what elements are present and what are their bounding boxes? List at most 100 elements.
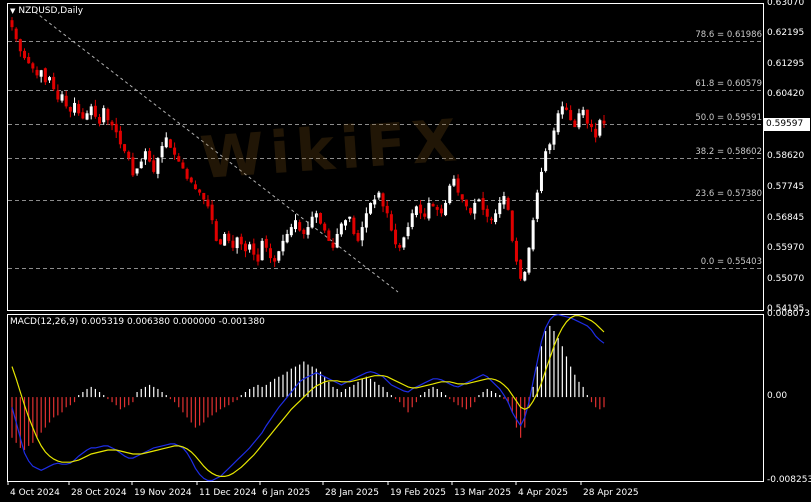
candle-bull	[369, 202, 373, 214]
candle-bull	[577, 113, 581, 128]
candle-bull	[60, 94, 64, 101]
candle-bull	[360, 227, 364, 241]
candle-bear	[206, 199, 210, 207]
fib-level-label: 23.6 = 0.57380	[695, 188, 762, 199]
candle-bull	[552, 130, 556, 145]
date-tick-label: 4 Oct 2024	[10, 488, 60, 498]
candle-bear	[214, 221, 218, 241]
candle-bull	[235, 237, 239, 249]
candle-bear	[64, 95, 68, 107]
collapse-triangle-icon[interactable]: ▼	[10, 7, 15, 15]
candle-bull	[548, 144, 552, 151]
candle-bear	[68, 107, 72, 112]
candle-bear	[564, 107, 568, 110]
date-tick-label: 6 Jan 2025	[262, 488, 311, 498]
candle-bear	[569, 110, 573, 121]
date-tick-label: 19 Nov 2024	[134, 488, 192, 498]
candle-bear	[385, 205, 389, 214]
candle-bull	[527, 247, 531, 273]
symbol-title-text: NZDUSD,Daily	[18, 6, 84, 16]
fib-level-label: 61.8 = 0.60579	[695, 78, 762, 89]
chart-canvas[interactable]	[0, 0, 811, 502]
date-tick-label: 28 Oct 2024	[71, 488, 127, 498]
candle-bear	[489, 218, 493, 221]
macd-title: MACD(12,26,9) 0.005319 0.006380 0.000000…	[10, 317, 265, 327]
candle-bear	[469, 208, 473, 214]
candle-bull	[164, 137, 168, 148]
candle-bull	[248, 244, 252, 250]
candle-bear	[189, 177, 193, 183]
price-tick-label: 0.57745	[767, 181, 805, 192]
candle-bull	[48, 77, 52, 81]
candle-bear	[52, 76, 56, 90]
date-tick-label: 28 Jan 2025	[325, 488, 379, 498]
macd-tick-label: 0.00	[767, 391, 788, 402]
candle-bull	[344, 220, 348, 226]
candle-bear	[168, 139, 172, 148]
candle-bull	[406, 227, 410, 237]
macd-tick-label: 0.008073	[767, 309, 810, 319]
candle-bear	[239, 236, 243, 245]
candle-bull	[544, 151, 548, 171]
candle-bull	[364, 213, 368, 228]
candle-bull	[502, 196, 506, 205]
candle-bear	[514, 240, 518, 262]
candle-bear	[585, 109, 589, 124]
candle-bear	[264, 238, 268, 248]
candle-bull	[494, 213, 498, 222]
candle-bear	[423, 213, 427, 217]
candle-bear	[202, 192, 206, 200]
candle-bear	[352, 217, 356, 234]
macd-histogram	[11, 325, 605, 450]
candle-bear	[27, 56, 31, 64]
candle-bear	[510, 210, 514, 241]
candle-bull	[102, 108, 106, 123]
candle-bear	[273, 258, 277, 262]
candle-bull	[89, 106, 93, 116]
candle-bear	[464, 199, 468, 207]
candle-bull	[402, 237, 406, 248]
candle-bear	[268, 248, 272, 259]
candle-bear	[519, 259, 523, 279]
candle-bull	[414, 206, 418, 215]
candle-bear	[152, 160, 156, 172]
candle-bull	[260, 240, 264, 261]
candle-bear	[506, 198, 510, 210]
candle-bear	[77, 104, 81, 114]
candle-bear	[439, 208, 443, 214]
candle-bull	[73, 102, 77, 113]
candle-bear	[394, 229, 398, 245]
candle-bear	[210, 204, 214, 221]
candle-bear	[331, 242, 335, 248]
candle-bull	[289, 227, 293, 236]
chart-window[interactable]: WikiFX ▼ NZDUSD,Daily MACD(12,26,9) 0.005…	[0, 0, 811, 502]
symbol-title[interactable]: ▼ NZDUSD,Daily	[10, 6, 83, 16]
candle-bull	[156, 158, 160, 174]
candle-bear	[431, 203, 435, 207]
candle-bull	[281, 240, 285, 252]
price-tick-label: 0.55970	[767, 242, 805, 253]
price-tick-label: 0.55070	[767, 273, 805, 284]
candle-bear	[35, 69, 39, 76]
price-tick-label: 0.63070	[767, 0, 805, 8]
candle-bull	[143, 151, 147, 160]
candle-bull	[473, 202, 477, 214]
candle-bear	[218, 239, 222, 245]
candle-bear	[93, 105, 97, 117]
candle-bear	[602, 120, 606, 124]
candle-bear	[181, 162, 185, 169]
candle-bear	[18, 39, 22, 52]
candle-bear	[302, 229, 306, 234]
fib-level-label: 0.0 = 0.55403	[700, 256, 762, 267]
candle-bull	[314, 213, 318, 218]
candle-bull	[498, 202, 502, 215]
macd-lines	[11, 314, 605, 482]
candle-bull	[560, 106, 564, 115]
candle-bear	[485, 208, 489, 217]
candle-bear	[231, 240, 235, 248]
candle-bull	[160, 146, 164, 158]
candle-bull	[135, 168, 139, 174]
candle-bear	[227, 233, 231, 241]
candle-bear	[356, 233, 360, 241]
fib-level-label: 78.6 = 0.61986	[695, 29, 762, 40]
